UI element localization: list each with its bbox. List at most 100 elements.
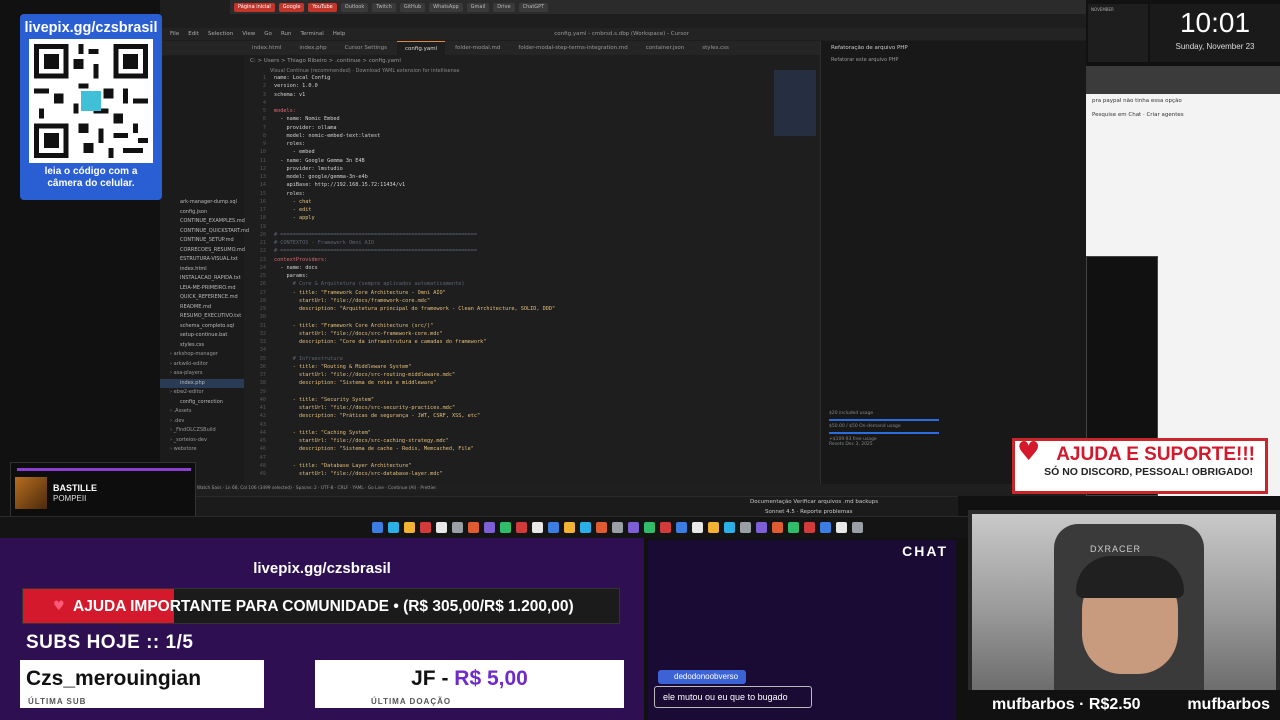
code-line[interactable]: 36 - title: "Routing & Middleware System… [244, 363, 820, 371]
explorer-file[interactable]: styles.css [160, 341, 244, 351]
code-line[interactable]: 40 - title: "Security System" [244, 396, 820, 404]
taskbar-app-icon[interactable] [788, 522, 799, 533]
code-line[interactable]: 41 startUrl: "file://docs/src-security-p… [244, 404, 820, 412]
code-line[interactable]: 42 description: "Práticas de segurança -… [244, 412, 820, 420]
explorer-folder[interactable]: › asa-players [160, 369, 244, 379]
browser-tab[interactable]: ChatGPT [518, 2, 549, 12]
code-line[interactable]: 31 - title: "Framework Core Architecture… [244, 322, 820, 330]
menu-item-view[interactable]: View [242, 31, 255, 37]
menu-item-run[interactable]: Run [281, 31, 292, 37]
explorer-folder[interactable]: › ebw2-editor [160, 388, 244, 398]
editor-tab[interactable]: config.yaml [396, 41, 446, 55]
taskbar-app-icon[interactable] [372, 522, 383, 533]
code-line[interactable]: 20 # ====================================… [244, 231, 820, 239]
taskbar-app-icon[interactable] [676, 522, 687, 533]
taskbar-app-icon[interactable] [436, 522, 447, 533]
browser-tab[interactable]: Twitch [372, 2, 396, 12]
code-line[interactable]: 8 model: nomic-embed-text:latest [244, 132, 820, 140]
explorer-file[interactable]: RESUMO_EXECUTIVO.txt [160, 312, 244, 322]
code-line[interactable]: 43 [244, 421, 820, 429]
code-line[interactable]: 22 # ====================================… [244, 247, 820, 255]
taskbar-app-icon[interactable] [516, 522, 527, 533]
code-line[interactable]: 48 - title: "Database Layer Architecture… [244, 462, 820, 470]
taskbar-app-icon[interactable] [836, 522, 847, 533]
taskbar-app-icon[interactable] [692, 522, 703, 533]
status-bar[interactable]: Cursor Tab · Watch Sass · Ln 68, Col 106… [160, 484, 1086, 492]
taskbar-app-icon[interactable] [596, 522, 607, 533]
taskbar-app-icon[interactable] [532, 522, 543, 533]
code-line[interactable]: 27 - title: "Framework Core Architecture… [244, 289, 820, 297]
explorer-file[interactable]: README.md [160, 303, 244, 313]
taskbar-app-icon[interactable] [756, 522, 767, 533]
code-line[interactable]: 6 - name: Nomic Embed [244, 115, 820, 123]
editor-tab[interactable]: folder-modal.md [447, 41, 508, 55]
taskbar-app-icon[interactable] [452, 522, 463, 533]
explorer-file[interactable]: index.php [160, 378, 244, 388]
code-editor[interactable]: 1 name: Local Config 2 version: 1.0.0 3 schem… [244, 74, 820, 484]
code-line[interactable]: 15 roles: [244, 190, 820, 198]
taskbar-app-icon[interactable] [804, 522, 815, 533]
taskbar-app-icon[interactable] [612, 522, 623, 533]
code-line[interactable]: 11 - name: Google Gemma 3n E4B [244, 157, 820, 165]
explorer-folder[interactable]: › webstore [160, 445, 244, 455]
menu-item-go[interactable]: Go [264, 31, 272, 37]
code-line[interactable]: 33 description: "Core da infraestrutura … [244, 338, 820, 346]
editor-tab[interactable]: container.json [638, 41, 693, 55]
explorer-folder[interactable]: › .dev [160, 417, 244, 427]
menu-item-terminal[interactable]: Terminal [300, 31, 323, 37]
editor-tab[interactable]: folder-modal-step-terms-integration.md [510, 41, 635, 55]
code-line[interactable]: 14 apiBase: http://192.168.15.72:11434/v… [244, 181, 820, 189]
taskbar-app-icon[interactable] [852, 522, 863, 533]
code-line[interactable]: 25 params: [244, 272, 820, 280]
code-line[interactable]: 47 [244, 454, 820, 462]
chat-panel-subtitle[interactable]: Refatorar este arquivo PHP [821, 55, 1086, 65]
explorer-file[interactable]: LEIA-ME-PRIMEIRO.md [160, 284, 244, 294]
code-line[interactable]: 9 roles: [244, 140, 820, 148]
minimap[interactable] [774, 70, 816, 136]
taskbar-app-icon[interactable] [500, 522, 511, 533]
code-line[interactable]: 39 [244, 388, 820, 396]
explorer-file[interactable]: index.html [160, 265, 244, 275]
menu-item-edit[interactable]: Edit [188, 31, 199, 37]
secondary-window-toolbar[interactable] [1086, 66, 1280, 94]
menu-item-help[interactable]: Help [333, 31, 346, 37]
explorer-file[interactable]: CONTINUE_QUICKSTART.md [160, 227, 249, 237]
browser-tab[interactable]: YouTube [308, 2, 337, 12]
taskbar-app-icon[interactable] [388, 522, 399, 533]
explorer-file[interactable]: INSTALACAO_RAPIDA.txt [160, 274, 244, 284]
code-line[interactable]: 7 provider: ollama [244, 124, 820, 132]
code-line[interactable]: 4 [244, 99, 820, 107]
code-line[interactable]: 17 - edit [244, 206, 820, 214]
code-line[interactable]: 29 description: "Arquitetura principal d… [244, 305, 820, 313]
code-line[interactable]: 24 - name: docs [244, 264, 820, 272]
explorer-file[interactable]: config_correction [160, 398, 244, 408]
browser-tab[interactable]: WhatsApp [429, 2, 463, 12]
code-line[interactable]: 5 models: [244, 107, 820, 115]
browser-tab[interactable]: GitHub [399, 2, 426, 12]
code-line[interactable]: 46 description: "Sistema de cache - Redi… [244, 445, 820, 453]
code-line[interactable]: 28 startUrl: "file://docs/framework-core… [244, 297, 820, 305]
code-line[interactable]: 35 # Infraestrutura [244, 355, 820, 363]
editor-tab[interactable]: index.html [244, 41, 289, 55]
code-line[interactable]: 37 startUrl: "file://docs/src-routing-mi… [244, 371, 820, 379]
taskbar-app-icon[interactable] [580, 522, 591, 533]
explorer-file[interactable]: CONTINUE_EXAMPLES.md [160, 217, 245, 227]
code-line[interactable]: 12 provider: lmstudio [244, 165, 820, 173]
taskbar-app-icon[interactable] [772, 522, 783, 533]
code-line[interactable]: 21 # CONTEXTOS - Framework Omni AIO [244, 239, 820, 247]
taskbar-app-icon[interactable] [820, 522, 831, 533]
explorer-folder[interactable]: › arkwiki-editor [160, 360, 244, 370]
code-line[interactable]: 23 contextProviders: [244, 256, 820, 264]
menu-item-selection[interactable]: Selection [208, 31, 233, 37]
browser-tabs-bar[interactable]: Página inicial Google YouTube Outlook Twitch… [230, 0, 1086, 14]
code-line[interactable]: 2 version: 1.0.0 [244, 82, 820, 90]
code-line[interactable]: 19 [244, 223, 820, 231]
browser-tab[interactable]: Google [278, 2, 305, 12]
explorer-folder[interactable]: › _FindOLCZSBuild [160, 426, 244, 436]
editor-tab[interactable]: index.php [291, 41, 334, 55]
explorer-file[interactable]: schema_completo.sql [160, 322, 244, 332]
explorer-file[interactable]: QUICK_REFERENCE.md [160, 293, 244, 303]
chat-doc-label[interactable]: Documentação Verificar arquivos .md back… [750, 499, 878, 505]
explorer-file[interactable]: CONTINUE_SETUP.md [160, 236, 244, 246]
code-line[interactable]: 1 name: Local Config [244, 74, 820, 82]
